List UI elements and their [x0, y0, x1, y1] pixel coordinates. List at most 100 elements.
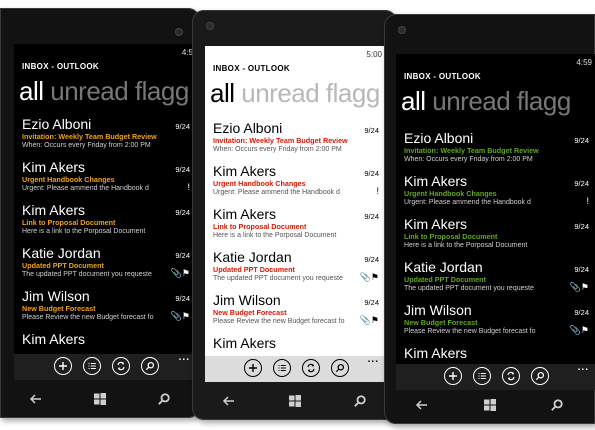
back-icon[interactable]	[414, 397, 430, 413]
windows-start-icon[interactable]	[482, 397, 498, 413]
more-options-button[interactable]: ...	[578, 362, 589, 373]
select-button[interactable]	[473, 367, 491, 385]
phone-screen: 4:59 INBOX - OUTLOOK all unread flagg Ez…	[396, 54, 595, 390]
pivot-rest[interactable]: unread flagg	[50, 76, 189, 106]
message-preview: Please Review the new Budget forecast fo	[22, 314, 154, 321]
message-item[interactable]: Kim Akers Urgent Handbook Changes Urgent: …	[404, 173, 593, 216]
message-date: 9/24	[175, 165, 190, 174]
message-subject: Urgent Handbook Changes	[404, 189, 497, 198]
message-item[interactable]: Jim Wilson New Budget Forecast Please Revi…	[213, 292, 383, 335]
message-item[interactable]: Katie Jordan Updated PPT Document The upda…	[404, 259, 593, 302]
importance-icon: !	[376, 186, 379, 196]
sync-button[interactable]	[502, 367, 520, 385]
back-icon[interactable]	[221, 393, 237, 409]
app-title: INBOX - OUTLOOK	[404, 72, 481, 81]
search-button[interactable]	[531, 367, 549, 385]
message-date: 9/24	[574, 222, 589, 231]
back-icon[interactable]	[28, 391, 44, 407]
message-item[interactable]: Kim Akers Urgent Handbook Changes Urgent: …	[22, 159, 194, 202]
message-item[interactable]: Ezio Alboni Invitation: Weekly Team Budge…	[404, 130, 593, 173]
message-date: 9/24	[574, 136, 589, 145]
message-preview: The updated PPT document you requeste	[22, 271, 152, 278]
message-sender: Katie Jordan	[404, 259, 483, 275]
select-icon	[477, 371, 487, 381]
message-preview: Here is a link to the Porposal Document	[22, 228, 146, 235]
sync-button[interactable]	[301, 359, 320, 377]
message-date: 9/24	[364, 169, 379, 178]
select-button[interactable]	[272, 359, 291, 377]
importance-icon: !	[187, 182, 190, 192]
message-preview: The updated PPT document you requeste	[213, 275, 343, 282]
message-subject: Link to Proposal Document	[404, 232, 498, 241]
message-item[interactable]: Kim Akers Link to Proposal Document Here i…	[213, 206, 383, 249]
windows-start-icon[interactable]	[287, 393, 303, 409]
message-preview: The updated PPT document you requeste	[404, 285, 534, 292]
pivot-rest[interactable]: unread flagg	[241, 78, 380, 108]
app-title: INBOX - OUTLOOK	[22, 62, 99, 71]
message-preview: When: Occurs every Friday from 2:00 PM	[404, 156, 533, 163]
sync-button[interactable]	[111, 357, 130, 375]
pivot-all[interactable]: all	[401, 86, 426, 116]
pivot-header: all unread flagg	[210, 78, 380, 109]
phone-screen: 5:00 INBOX - OUTLOOK all unread flagg Ez…	[205, 46, 385, 382]
message-subject: Invitation: Weekly Team Budget Review	[22, 132, 157, 141]
search-button[interactable]	[330, 359, 349, 377]
pivot-all[interactable]: all	[210, 78, 235, 108]
message-date: 9/24	[574, 265, 589, 274]
message-item[interactable]: Ezio Alboni Invitation: Weekly Team Budge…	[22, 116, 194, 159]
search-icon[interactable]	[156, 391, 172, 407]
message-sender: Jim Wilson	[22, 288, 90, 304]
more-options-button[interactable]: ...	[368, 354, 379, 365]
message-subject: New Budget Forecast	[213, 308, 287, 317]
message-item[interactable]: Kim Akers Link to Proposal Document Here i…	[404, 216, 593, 259]
hardware-nav-bar	[192, 382, 397, 422]
hardware-nav-bar	[384, 386, 595, 426]
front-camera	[206, 22, 214, 30]
message-preview: Urgent: Please ammend the Handbook d	[213, 189, 340, 196]
attachment-flag-icon: 📎⚑	[359, 272, 379, 282]
pivot-all[interactable]: all	[19, 76, 44, 106]
select-button[interactable]	[82, 357, 101, 375]
message-sender: Kim Akers	[213, 335, 277, 351]
message-subject: Urgent Handbook Changes	[213, 179, 306, 188]
message-sender: Kim Akers	[22, 159, 86, 175]
new-button[interactable]	[243, 359, 262, 377]
message-sender: Kim Akers	[213, 163, 277, 179]
search-icon[interactable]	[352, 393, 368, 409]
message-sender: Jim Wilson	[404, 302, 472, 318]
new-button[interactable]	[444, 367, 462, 385]
message-sender: Ezio Alboni	[22, 116, 92, 132]
message-item[interactable]: Katie Jordan Updated PPT Document The upda…	[22, 245, 194, 288]
more-options-button[interactable]: ...	[179, 352, 190, 363]
message-sender: Katie Jordan	[22, 245, 101, 261]
message-preview: When: Occurs every Friday from 2:00 PM	[213, 146, 342, 153]
new-button[interactable]	[53, 357, 72, 375]
app-title: INBOX - OUTLOOK	[213, 64, 290, 73]
pivot-rest[interactable]: unread flagg	[432, 86, 571, 116]
importance-icon: !	[586, 196, 589, 206]
attachment-flag-icon: 📎⚑	[359, 315, 379, 325]
message-item[interactable]: Katie Jordan Updated PPT Document The upda…	[213, 249, 383, 292]
phone-dark-orange: 4:5 INBOX - OUTLOOK all unread flagg Ezi…	[0, 8, 200, 418]
pivot-header: all unread flagg	[19, 76, 189, 107]
message-sender: Kim Akers	[22, 202, 86, 218]
message-date: 9/24	[364, 255, 379, 264]
message-item[interactable]: Ezio Alboni Invitation: Weekly Team Budge…	[213, 120, 383, 163]
message-date: 9/24	[574, 179, 589, 188]
message-date: 9/24	[175, 208, 190, 217]
message-sender: Jim Wilson	[213, 292, 281, 308]
hardware-nav-bar	[0, 380, 200, 420]
search-icon[interactable]	[549, 397, 565, 413]
windows-start-icon[interactable]	[92, 391, 108, 407]
phone-screen: 4:5 INBOX - OUTLOOK all unread flagg Ezi…	[14, 44, 196, 380]
new-icon	[248, 363, 258, 373]
status-clock: 4:59	[576, 58, 592, 67]
message-preview: Urgent: Please ammend the Handbook d	[404, 199, 531, 206]
phone-light-red: 5:00 INBOX - OUTLOOK all unread flagg Ez…	[192, 10, 397, 420]
search-button[interactable]	[140, 357, 159, 375]
message-item[interactable]: Kim Akers Urgent Handbook Changes Urgent: …	[213, 163, 383, 206]
message-item[interactable]: Jim Wilson New Budget Forecast Please Revi…	[22, 288, 194, 331]
message-sender: Kim Akers	[404, 345, 468, 361]
message-item[interactable]: Jim Wilson New Budget Forecast Please Revi…	[404, 302, 593, 345]
message-item[interactable]: Kim Akers Link to Proposal Document Here i…	[22, 202, 194, 245]
